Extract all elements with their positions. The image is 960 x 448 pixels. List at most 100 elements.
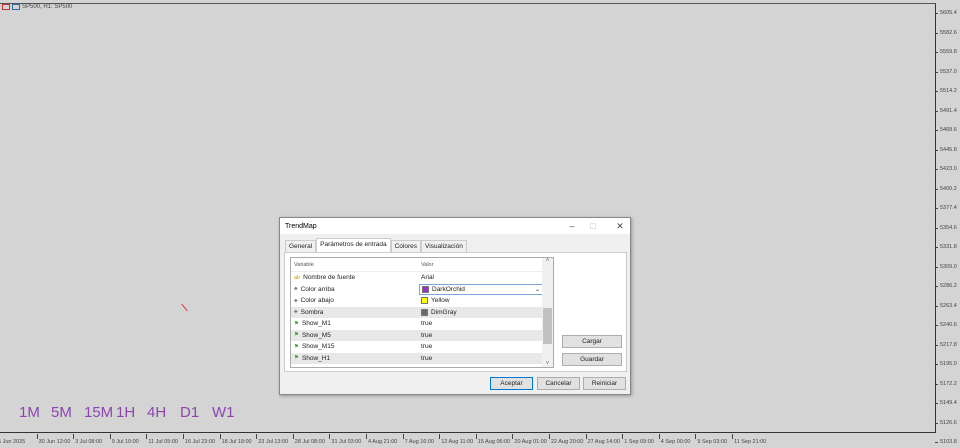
price-label: 5149.4 (935, 400, 957, 406)
time-label: 5 Jun 2025 (0, 439, 26, 445)
price-label: 5286.2 (935, 283, 957, 289)
reset-button[interactable]: Reiniciar (583, 377, 626, 390)
chart-title: SP500, H1: SP500 (2, 4, 72, 10)
price-label: 5445.8 (935, 146, 957, 153)
time-label: 18 Jul 18:00 (219, 434, 252, 445)
value-text: DarkOrchid (432, 285, 465, 293)
value-cell[interactable]: Yellow (419, 297, 544, 305)
scroll-down-icon[interactable]: ˅ (542, 361, 553, 367)
value-cell[interactable]: true (419, 355, 544, 362)
flag-icon: ⚑ (294, 332, 299, 339)
chart-icon (12, 4, 20, 10)
time-label: 16 Jul 23:00 (183, 434, 215, 445)
variable-name: Show_H1 (301, 354, 331, 362)
tab-general[interactable]: General (285, 240, 317, 252)
time-label: 11 Sep 21:00 (731, 434, 767, 445)
value-cell[interactable]: Arial (419, 274, 544, 281)
column-variable[interactable]: Variable (291, 262, 419, 268)
price-label: 5103.8 (935, 439, 957, 445)
flag-icon: ⚑ (294, 343, 299, 350)
variable-name: Show_M15 (301, 343, 335, 351)
price-label: 5331.8 (935, 244, 957, 250)
scrollbar[interactable]: ˄ ˅ (542, 258, 553, 367)
cancel-button[interactable]: Cancelar (537, 377, 580, 390)
ok-button[interactable]: Aceptar (490, 377, 533, 390)
timeframe-button-W1[interactable]: W1 (212, 404, 235, 421)
time-label: 4 Aug 21:00 (365, 434, 398, 445)
time-label: 11 Jul 05:00 (146, 434, 178, 445)
parameter-row[interactable]: ♣ Sombra DimGray (291, 306, 553, 318)
price-label: 5240.6 (935, 322, 957, 328)
color-swatch (422, 285, 429, 293)
time-label: 12 Aug 11:00 (439, 434, 474, 445)
price-label: 5217.8 (935, 341, 957, 348)
parameter-row[interactable]: ♣ Color arriba DarkOrchid ⌄ (291, 283, 553, 295)
timeframe-button-4H[interactable]: 4H (147, 404, 166, 421)
value-text: DimGray (431, 308, 457, 316)
tab-input-parameters[interactable]: Parámetros de entrada (316, 238, 391, 252)
value-text: true (421, 320, 433, 328)
time-label: 15 Aug 06:00 (475, 434, 511, 445)
time-label: 20 Aug 01:00 (512, 434, 547, 445)
time-label: 27 Aug 14:00 (585, 434, 621, 445)
color-icon: ♣ (294, 297, 298, 304)
flag-icon: ⚑ (294, 355, 299, 362)
price-label: 5468.6 (935, 127, 957, 133)
scroll-up-icon[interactable]: ˄ (542, 258, 553, 264)
time-label: 3 Jul 08:00 (73, 434, 103, 445)
value-cell[interactable]: DarkOrchid ⌄ (419, 283, 544, 295)
trendmap-dialog: TrendMap – □ ✕ General Parámetros de ent… (279, 217, 631, 395)
time-label: 9 Sep 03:00 (695, 434, 728, 445)
timeframe-button-15M[interactable]: 15M (84, 404, 113, 421)
price-label: 5195.0 (935, 361, 957, 367)
value-text: true (421, 331, 433, 339)
parameter-row[interactable]: ⚑ Show_M5 true (291, 329, 553, 341)
parameter-row[interactable]: ab Nombre de fuente Arial (291, 272, 553, 284)
price-label: 5514.2 (935, 88, 957, 94)
parameter-row[interactable]: ♣ Color abajo Yellow (291, 295, 553, 307)
tab-visualization[interactable]: Visualización (421, 240, 467, 252)
price-label: 5537.0 (935, 68, 957, 75)
price-label: 5582.6 (935, 29, 957, 36)
time-label: 22 Aug 20:00 (548, 434, 584, 445)
price-label: 5126.6 (935, 419, 957, 426)
save-button[interactable]: Guardar (562, 353, 622, 366)
time-label: 30 Jun 12:00 (36, 434, 71, 445)
price-label: 5559.8 (935, 49, 957, 55)
scroll-thumb[interactable] (543, 308, 552, 344)
price-label: 5377.4 (935, 205, 957, 211)
price-label: 5354.6 (935, 224, 957, 231)
parameter-row[interactable]: ⚑ Show_H1 true (291, 352, 553, 364)
minimize-button[interactable]: – (562, 220, 582, 232)
column-value[interactable]: Valor (419, 262, 544, 268)
chevron-down-icon[interactable]: ⌄ (535, 286, 540, 293)
time-label: 1 Sep 09:00 (622, 434, 654, 445)
value-text: true (421, 343, 433, 351)
text-icon: ab (294, 274, 301, 281)
parameters-list: Variable Valor ab Nombre de fuente Arial ♣ Co… (290, 257, 554, 368)
parameter-row[interactable]: ⚑ Show_M15 true (291, 341, 553, 353)
maximize-button[interactable]: □ (583, 220, 603, 232)
value-cell[interactable]: true (419, 320, 544, 327)
variable-name: Show_M1 (301, 320, 331, 328)
value-cell[interactable]: true (419, 343, 544, 350)
value-cell[interactable]: DimGray (419, 308, 544, 316)
price-label: 5172.2 (935, 380, 957, 387)
color-icon: ♣ (294, 286, 298, 293)
time-label: 31 Jul 03:00 (329, 434, 362, 445)
timeframe-button-1M[interactable]: 1M (19, 404, 40, 421)
timeframe-button-5M[interactable]: 5M (51, 404, 72, 421)
close-button[interactable]: ✕ (610, 220, 630, 232)
timeframe-button-D1[interactable]: D1 (180, 404, 199, 421)
load-button[interactable]: Cargar (562, 335, 622, 348)
variable-name: Nombre de fuente (303, 274, 356, 282)
timeframe-button-1H[interactable]: 1H (116, 404, 135, 421)
value-cell[interactable]: true (419, 332, 544, 339)
variable-name: Color abajo (300, 297, 334, 305)
color-swatch (421, 297, 428, 305)
time-label: 7 Aug 16:00 (402, 434, 434, 445)
color-swatch (421, 308, 428, 316)
tab-colors[interactable]: Colores (390, 240, 422, 252)
parameter-row[interactable]: ⚑ Show_M1 true (291, 318, 553, 330)
price-label: 5605.4 (935, 10, 957, 16)
